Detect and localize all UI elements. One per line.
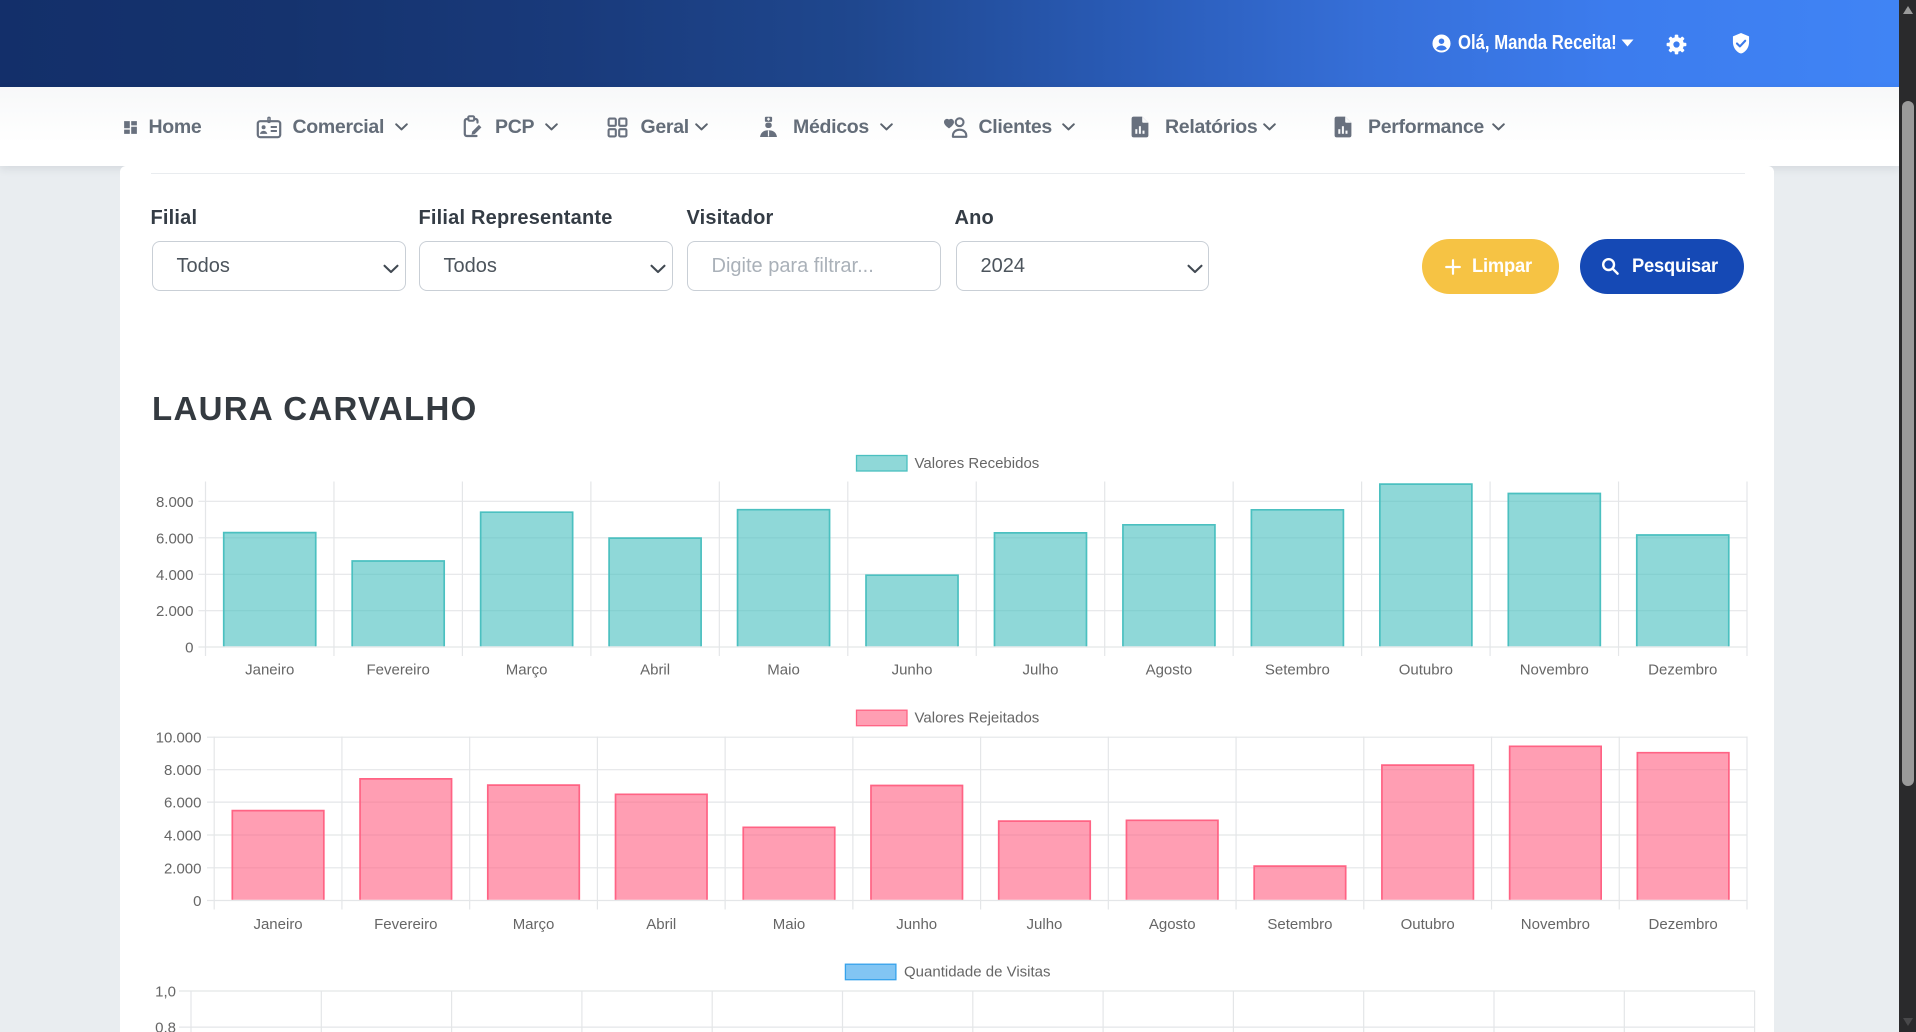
svg-text:Agosto: Agosto bbox=[1149, 916, 1196, 933]
svg-text:Maio: Maio bbox=[767, 662, 800, 679]
svg-text:Novembro: Novembro bbox=[1521, 916, 1590, 933]
svg-text:Janeiro: Janeiro bbox=[245, 662, 294, 679]
svg-text:10.000: 10.000 bbox=[156, 730, 202, 747]
svg-text:Outubro: Outubro bbox=[1401, 916, 1455, 933]
svg-text:0: 0 bbox=[193, 893, 201, 910]
svg-text:Novembro: Novembro bbox=[1520, 662, 1589, 679]
svg-text:Junho: Junho bbox=[896, 916, 937, 933]
svg-text:Abril: Abril bbox=[640, 662, 670, 679]
svg-text:6.000: 6.000 bbox=[164, 795, 202, 812]
svg-text:8.000: 8.000 bbox=[164, 762, 202, 779]
svg-text:Valores Rejeitados: Valores Rejeitados bbox=[915, 710, 1040, 727]
svg-text:Setembro: Setembro bbox=[1265, 662, 1330, 679]
svg-text:Julho: Julho bbox=[1027, 916, 1063, 933]
svg-text:Outubro: Outubro bbox=[1399, 662, 1453, 679]
svg-text:6.000: 6.000 bbox=[156, 530, 194, 547]
svg-text:Dezembro: Dezembro bbox=[1648, 662, 1717, 679]
svg-text:2.000: 2.000 bbox=[164, 860, 202, 877]
svg-text:Janeiro: Janeiro bbox=[253, 916, 302, 933]
svg-text:Dezembro: Dezembro bbox=[1649, 916, 1718, 933]
svg-text:Quantidade de Visitas: Quantidade de Visitas bbox=[904, 964, 1051, 981]
svg-text:Agosto: Agosto bbox=[1146, 662, 1193, 679]
svg-text:Fevereiro: Fevereiro bbox=[367, 662, 430, 679]
svg-text:Março: Março bbox=[506, 662, 548, 679]
svg-text:8.000: 8.000 bbox=[156, 494, 194, 511]
svg-text:Valores Recebidos: Valores Recebidos bbox=[915, 455, 1040, 472]
svg-text:Junho: Junho bbox=[892, 662, 933, 679]
svg-text:Setembro: Setembro bbox=[1267, 916, 1332, 933]
svg-text:Março: Março bbox=[513, 916, 555, 933]
svg-text:Julho: Julho bbox=[1023, 662, 1059, 679]
svg-text:Abril: Abril bbox=[646, 916, 676, 933]
svg-text:0: 0 bbox=[185, 640, 193, 657]
svg-text:4.000: 4.000 bbox=[156, 567, 194, 584]
svg-text:2.000: 2.000 bbox=[156, 603, 194, 620]
svg-text:1,0: 1,0 bbox=[155, 984, 176, 1001]
svg-text:Maio: Maio bbox=[773, 916, 806, 933]
svg-text:4.000: 4.000 bbox=[164, 828, 202, 845]
svg-text:0,8: 0,8 bbox=[155, 1020, 176, 1032]
svg-text:Fevereiro: Fevereiro bbox=[374, 916, 437, 933]
